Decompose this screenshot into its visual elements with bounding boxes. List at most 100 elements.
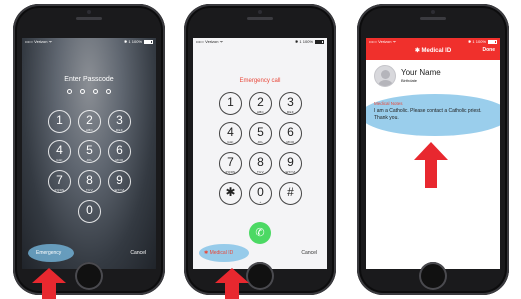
medical-id-title: ✱ Medical ID (414, 48, 452, 54)
key-letters: GHI (227, 140, 234, 144)
keypad-key[interactable]: 9 WXYZ (279, 152, 302, 175)
up-arrow-icon (414, 142, 448, 188)
keypad-key[interactable]: 6 MNO (279, 122, 302, 145)
passcode-title: Enter Passcode (64, 76, 114, 83)
earpiece-speaker (76, 17, 102, 20)
home-button[interactable] (246, 262, 274, 290)
passcode-dot (67, 89, 72, 94)
home-button[interactable] (419, 262, 447, 290)
emergency-dialer-screen: ••••○ Verizon ᯤ ✱ 1 100% Emergency call … (193, 38, 327, 269)
up-arrow-icon (215, 268, 249, 299)
key-digit: # (287, 185, 294, 199)
key-letters: TUV (86, 188, 93, 192)
key-digit: 4 (227, 125, 234, 139)
keypad-key[interactable]: 9 WXYZ (108, 170, 131, 193)
passcode-dot (80, 89, 85, 94)
key-digit: 1 (56, 113, 63, 127)
key-letters: ABC (85, 128, 94, 132)
key-digit: 2 (257, 95, 264, 109)
front-camera (431, 10, 435, 14)
status-bar: ••••○ Verizon ᯤ ✱ 1 100% (22, 38, 156, 46)
key-digit: 4 (56, 143, 63, 157)
key-letters: DEF (116, 128, 123, 132)
medical-id-header: ••••○ Verizon ᯤ ✱ 1 100% ✱ Medical ID Do… (366, 38, 500, 60)
medical-id-button[interactable]: ✱ Medical ID (204, 250, 233, 256)
keypad-key[interactable]: 8 TUV (249, 152, 272, 175)
key-digit: 5 (257, 125, 264, 139)
key-digit: 8 (86, 173, 93, 187)
keypad-key[interactable]: # (279, 182, 302, 205)
battery-icon (488, 39, 497, 44)
avatar (374, 65, 396, 87)
status-battery: ✱ 1 100% (124, 38, 153, 46)
key-digit: 6 (116, 143, 123, 157)
status-bar: ••••○ Verizon ᯤ ✱ 1 100% (366, 38, 500, 46)
key-digit: 1 (227, 95, 234, 109)
status-battery: ✱ 1 100% (468, 38, 497, 46)
keypad-key[interactable]: 6 MNO (108, 140, 131, 163)
status-carrier: ••••○ Verizon ᯤ (196, 39, 224, 44)
front-camera (87, 10, 91, 14)
status-carrier: ••••○ Verizon ᯤ (25, 39, 53, 44)
cancel-button[interactable]: Cancel (130, 250, 146, 256)
cancel-button[interactable]: Cancel (301, 250, 317, 256)
status-bar: ••••○ Verizon ᯤ ✱ 1 100% (193, 38, 327, 46)
birthdate-label: Birthdate (401, 78, 418, 83)
battery-text: ✱ 1 100% (123, 39, 142, 44)
passcode-dot (106, 89, 111, 94)
key-digit: 5 (86, 143, 93, 157)
key-digit: 6 (287, 125, 294, 139)
key-letters: WXYZ (285, 170, 296, 174)
home-button[interactable] (75, 262, 103, 290)
medical-notes-text: I am a Catholic. Please contact a Cathol… (374, 108, 482, 121)
done-button[interactable]: Done (483, 47, 496, 53)
phone-icon: ✆ (255, 227, 265, 239)
keypad-key[interactable]: 2 ABC (78, 110, 101, 133)
key-digit: 2 (86, 113, 93, 127)
keypad-key[interactable]: 7 PQRS (48, 170, 71, 193)
keypad-key[interactable]: ✱ (219, 182, 242, 205)
earpiece-speaker (420, 17, 446, 20)
keypad-key[interactable]: 5 JKL (249, 122, 272, 145)
key-letters: DEF (287, 110, 294, 114)
keypad-key[interactable]: 0 (78, 200, 101, 223)
keypad-key[interactable]: 7 PQRS (219, 152, 242, 175)
keypad-key[interactable]: 2 ABC (249, 92, 272, 115)
keypad-key[interactable]: 8 TUV (78, 170, 101, 193)
emergency-call-title: Emergency call (239, 78, 281, 84)
emergency-button[interactable]: Emergency (36, 250, 61, 256)
battery-icon (315, 39, 324, 44)
key-digit: 7 (227, 155, 234, 169)
key-digit: ✱ (225, 185, 236, 199)
keypad-key[interactable]: 3 DEF (108, 110, 131, 133)
passcode-dots (22, 89, 156, 94)
keypad-key[interactable]: 3 DEF (279, 92, 302, 115)
battery-icon (144, 39, 153, 44)
call-button[interactable]: ✆ (249, 222, 271, 244)
phone-medical-id: ••••○ Verizon ᯤ ✱ 1 100% ✱ Medical ID Do… (357, 4, 509, 295)
key-digit: 9 (287, 155, 294, 169)
key-letters: PQRS (54, 188, 65, 192)
keypad-key[interactable]: 1 (48, 110, 71, 133)
key-letters: WXYZ (114, 188, 125, 192)
keypad-key[interactable]: 4 GHI (219, 122, 242, 145)
key-letters: MNO (286, 140, 295, 144)
medical-id-screen: ••••○ Verizon ᯤ ✱ 1 100% ✱ Medical ID Do… (366, 38, 500, 269)
key-digit: 8 (257, 155, 264, 169)
key-letters: JKL (86, 158, 93, 162)
key-digit: 3 (287, 95, 294, 109)
key-digit: 9 (116, 173, 123, 187)
key-digit: 7 (56, 173, 63, 187)
passcode-dot (93, 89, 98, 94)
keypad-key[interactable]: 5 JKL (78, 140, 101, 163)
keypad-key[interactable]: 4 GHI (48, 140, 71, 163)
keypad-key[interactable]: 1 (219, 92, 242, 115)
keypad-key[interactable]: 0 + (249, 182, 272, 205)
key-digit: 0 (86, 203, 93, 217)
key-letters: ABC (256, 110, 265, 114)
status-carrier: ••••○ Verizon ᯤ (369, 39, 397, 44)
key-letters: GHI (56, 158, 63, 162)
medical-notes-label: Medical Notes (374, 101, 403, 106)
key-letters: PQRS (225, 170, 236, 174)
stage: ••••○ Verizon ᯤ ✱ 1 100% Enter Passcode … (0, 0, 521, 299)
